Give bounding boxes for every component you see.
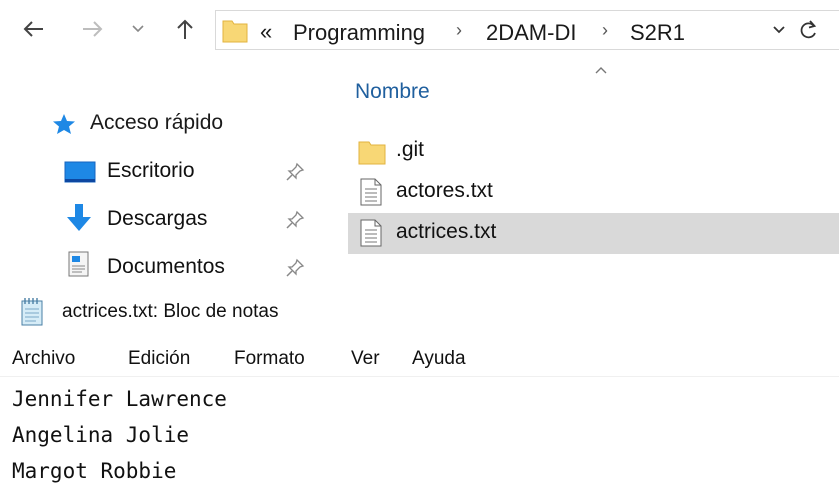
menu-ver[interactable]: Ver [351, 348, 380, 370]
file-explorer-window: « Programming › 2DAM-DI › S2R1 Acceso rá… [0, 0, 839, 280]
file-row-actores[interactable]: actores.txt [348, 172, 839, 213]
menu-ayuda[interactable]: Ayuda [412, 348, 466, 370]
text-file-icon [360, 178, 382, 206]
nav-label: Documentos [107, 255, 225, 278]
up-arrow-icon [177, 19, 193, 39]
nav-item-acceso-rapido[interactable]: Acceso rápido [0, 104, 330, 144]
nav-label: Escritorio [107, 159, 195, 182]
folder-icon [222, 20, 248, 43]
back-button[interactable] [18, 14, 48, 44]
file-name: actrices.txt [396, 220, 497, 243]
file-row-git[interactable]: .git [348, 131, 839, 172]
sort-ascending-icon [595, 67, 607, 74]
breadcrumb-item-s2r1[interactable]: S2R1 [630, 20, 685, 46]
chevron-down-icon [132, 25, 144, 33]
nav-item-descargas[interactable]: Descargas [0, 198, 330, 238]
back-arrow-icon [23, 21, 43, 37]
recent-locations-button[interactable] [128, 14, 148, 44]
menu-formato[interactable]: Formato [234, 348, 305, 370]
refresh-icon [800, 20, 817, 39]
text-line: Margot Robbie [12, 459, 177, 483]
up-button[interactable] [170, 14, 200, 44]
text-line: Jennifer Lawrence [12, 387, 227, 411]
breadcrumb-item-2dam-di[interactable]: 2DAM-DI [486, 20, 576, 46]
address-bar[interactable]: « Programming › 2DAM-DI › S2R1 [215, 10, 839, 50]
text-file-icon [360, 219, 382, 247]
documents-icon [68, 251, 89, 277]
forward-arrow-icon [83, 21, 103, 37]
breadcrumb-separator[interactable]: › [602, 20, 608, 41]
nav-item-escritorio[interactable]: Escritorio [0, 152, 330, 192]
column-header-name[interactable]: Nombre [355, 80, 430, 104]
pin-icon[interactable] [285, 210, 305, 230]
notepad-window: actrices.txt: Bloc de notas Archivo Edic… [0, 280, 839, 487]
path-overflow-button[interactable]: « [260, 19, 272, 45]
address-history-dropdown[interactable] [772, 23, 786, 41]
chevron-down-icon [773, 26, 785, 34]
notepad-app-icon [21, 298, 43, 326]
forward-button[interactable] [78, 14, 108, 44]
text-editor[interactable]: Jennifer Lawrence Angelina Jolie Margot … [12, 381, 227, 489]
refresh-button[interactable] [799, 19, 819, 46]
breadcrumb-item-programming[interactable]: Programming [293, 20, 425, 46]
menu-divider [0, 376, 839, 377]
download-icon [67, 204, 91, 231]
pin-icon[interactable] [285, 258, 305, 278]
menu-edicion[interactable]: Edición [128, 348, 190, 370]
file-row-actrices[interactable]: actrices.txt [348, 213, 839, 254]
pin-icon[interactable] [285, 162, 305, 182]
text-line: Angelina Jolie [12, 423, 190, 447]
file-name: .git [396, 138, 425, 161]
file-name: actores.txt [396, 179, 493, 202]
window-title: actrices.txt: Bloc de notas [62, 301, 279, 322]
nav-label: Acceso rápido [90, 111, 224, 134]
nav-label: Descargas [107, 207, 208, 230]
folder-icon [358, 141, 386, 165]
menu-archivo[interactable]: Archivo [12, 348, 75, 370]
breadcrumb-separator[interactable]: › [456, 20, 462, 41]
desktop-icon [64, 161, 96, 183]
star-icon [53, 114, 75, 134]
